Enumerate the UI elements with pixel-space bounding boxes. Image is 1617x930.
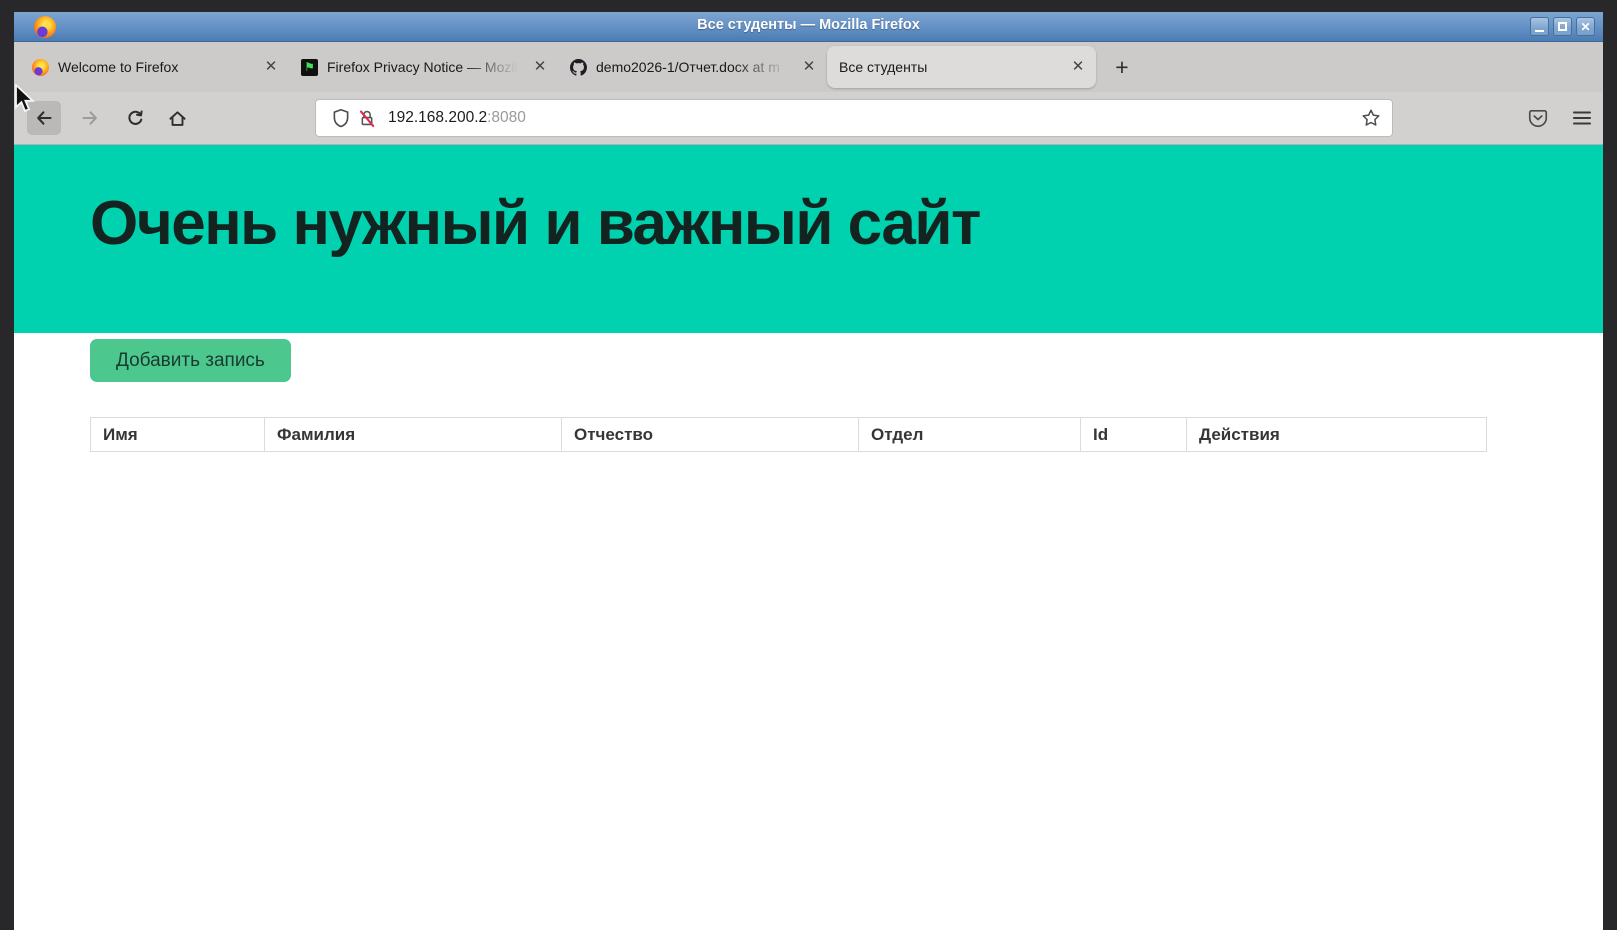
tab-label: Welcome to Firefox	[58, 59, 255, 75]
navigation-toolbar: 192.168.200.2:8080	[14, 92, 1603, 145]
window-title: Все студенты — Mozilla Firefox	[14, 17, 1603, 33]
column-header-name: Имя	[91, 418, 265, 451]
column-header-id: Id	[1081, 418, 1187, 451]
tab-close-icon[interactable]: ✕	[799, 57, 819, 77]
column-header-department: Отдел	[859, 418, 1081, 451]
url-host: 192.168.200.2	[388, 109, 487, 127]
tracking-shield-icon[interactable]	[328, 105, 354, 131]
back-button[interactable]	[27, 101, 61, 135]
pocket-button[interactable]	[1521, 101, 1555, 135]
minimize-icon	[1535, 30, 1544, 32]
minimize-button[interactable]	[1530, 17, 1549, 36]
new-tab-button[interactable]: +	[1106, 51, 1138, 83]
column-header-actions: Действия	[1187, 418, 1486, 451]
hamburger-icon	[1574, 113, 1590, 124]
tab-close-icon[interactable]: ✕	[1068, 57, 1088, 77]
window-controls: ✕	[1530, 17, 1595, 36]
desktop: Все студенты — Mozilla Firefox ✕ Welcome…	[0, 0, 1617, 930]
reload-button[interactable]	[118, 101, 152, 135]
tab-privacy-notice[interactable]: ⚑ Firefox Privacy Notice — Mozil ✕	[289, 46, 558, 88]
column-header-surname: Фамилия	[265, 418, 562, 451]
back-arrow-icon	[38, 112, 50, 123]
add-record-button[interactable]: Добавить запись	[90, 339, 291, 382]
tab-label: demo2026-1/Отчет.docx at m	[596, 59, 793, 75]
url-port: :8080	[487, 109, 526, 127]
tab-vse-studenty-active[interactable]: Все студенты ✕	[827, 46, 1096, 88]
tab-welcome-to-firefox[interactable]: Welcome to Firefox ✕	[20, 46, 289, 88]
github-icon	[570, 59, 587, 76]
tab-close-icon[interactable]: ✕	[261, 57, 281, 77]
forward-arrow-icon	[83, 112, 95, 123]
tab-github-report[interactable]: demo2026-1/Отчет.docx at m ✕	[558, 46, 827, 88]
column-header-patronymic: Отчество	[562, 418, 859, 451]
tab-label: Все студенты	[839, 59, 1062, 75]
maximize-button[interactable]	[1553, 17, 1572, 36]
insecure-lock-icon[interactable]	[354, 105, 380, 131]
url-bar[interactable]: 192.168.200.2:8080	[315, 99, 1393, 137]
hero-banner: Очень нужный и важный сайт	[14, 145, 1603, 333]
window-titlebar[interactable]: Все студенты — Mozilla Firefox ✕	[14, 12, 1603, 42]
maximize-icon	[1558, 22, 1567, 31]
close-icon: ✕	[1580, 21, 1590, 33]
firefox-window: Все студенты — Mozilla Firefox ✕ Welcome…	[14, 12, 1603, 930]
firefox-icon	[32, 59, 49, 76]
close-button[interactable]: ✕	[1576, 17, 1595, 36]
pocket-chevron-icon	[1534, 116, 1542, 120]
bookmark-star-icon[interactable]	[1358, 105, 1384, 131]
tab-label: Firefox Privacy Notice — Mozil	[327, 59, 524, 75]
page-viewport: Очень нужный и важный сайт Добавить запи…	[14, 145, 1603, 930]
home-button[interactable]	[160, 101, 194, 135]
tab-close-icon[interactable]: ✕	[530, 57, 550, 77]
page-title: Очень нужный и важный сайт	[90, 193, 980, 255]
tab-strip: Welcome to Firefox ✕ ⚑ Firefox Privacy N…	[14, 42, 1603, 92]
forward-button[interactable]	[73, 101, 107, 135]
home-icon	[170, 112, 184, 125]
students-table-header-row: Имя Фамилия Отчество Отдел Id Действия	[90, 417, 1487, 452]
hamburger-menu-button[interactable]	[1565, 101, 1599, 135]
privacy-flag-icon: ⚑	[301, 59, 318, 76]
